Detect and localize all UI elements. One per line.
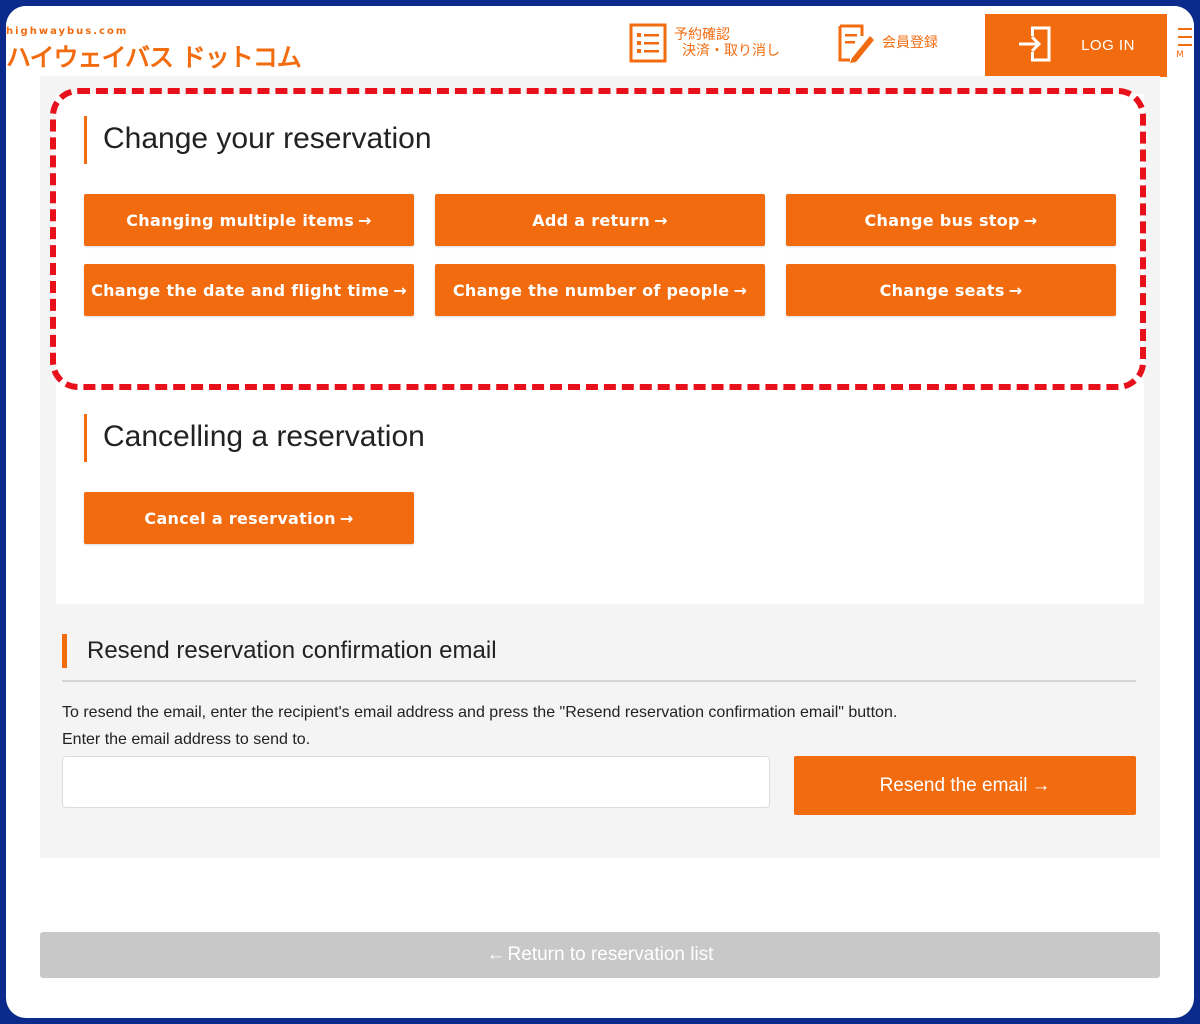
app-frame: highwaybus.com ハイウェイバス ドットコム 予約確認 決済・取り消…: [6, 6, 1194, 1018]
member-register-link[interactable]: 会員登録: [836, 22, 938, 64]
return-to-list-button[interactable]: ← Return to reservation list: [40, 932, 1160, 978]
cancel-section-title: Cancelling a reservation: [84, 414, 425, 462]
button-label: Resend the email: [879, 774, 1028, 796]
edit-document-icon: [836, 22, 876, 64]
member-register-label: 会員登録: [882, 35, 938, 51]
login-label: LOG IN: [1081, 37, 1135, 54]
menu-button[interactable]: M: [1176, 22, 1194, 82]
button-label: Cancel a reservation: [144, 508, 336, 528]
cancel-reservation-button[interactable]: Cancel a reservation →: [84, 492, 414, 544]
cancel-card: [62, 374, 1136, 604]
resend-description: To resend the email, enter the recipient…: [62, 704, 898, 721]
reservation-check-link[interactable]: 予約確認 決済・取り消し: [628, 22, 780, 64]
divider: [62, 680, 1136, 682]
login-icon: [1017, 24, 1053, 68]
logo-subtitle: highwaybus.com: [6, 26, 129, 37]
list-icon: [628, 22, 668, 64]
login-button[interactable]: LOG IN: [985, 14, 1167, 77]
menu-icon-bar: [1178, 28, 1192, 30]
email-input[interactable]: [62, 756, 770, 808]
resend-email-button[interactable]: Resend the email →: [794, 756, 1136, 815]
arrow-left-icon: ←: [486, 944, 506, 965]
arrow-right-icon: →: [1031, 774, 1051, 796]
site-header: highwaybus.com ハイウェイバス ドットコム 予約確認 決済・取り消…: [6, 6, 1194, 82]
reservation-check-label: 予約確認: [674, 27, 730, 43]
payment-cancel-label: 決済・取り消し: [682, 43, 780, 59]
menu-label: M: [1176, 50, 1184, 60]
resend-section-title: Resend reservation confirmation email: [62, 634, 497, 668]
highlight-dashed-box: [50, 88, 1146, 390]
button-label: Return to reservation list: [507, 944, 714, 965]
menu-icon-bar: [1178, 44, 1192, 46]
arrow-right-icon: →: [339, 508, 354, 528]
site-logo[interactable]: ハイウェイバス ドットコム: [6, 38, 302, 74]
email-field-label: Enter the email address to send to.: [62, 731, 311, 748]
menu-icon-bar: [1178, 36, 1192, 38]
